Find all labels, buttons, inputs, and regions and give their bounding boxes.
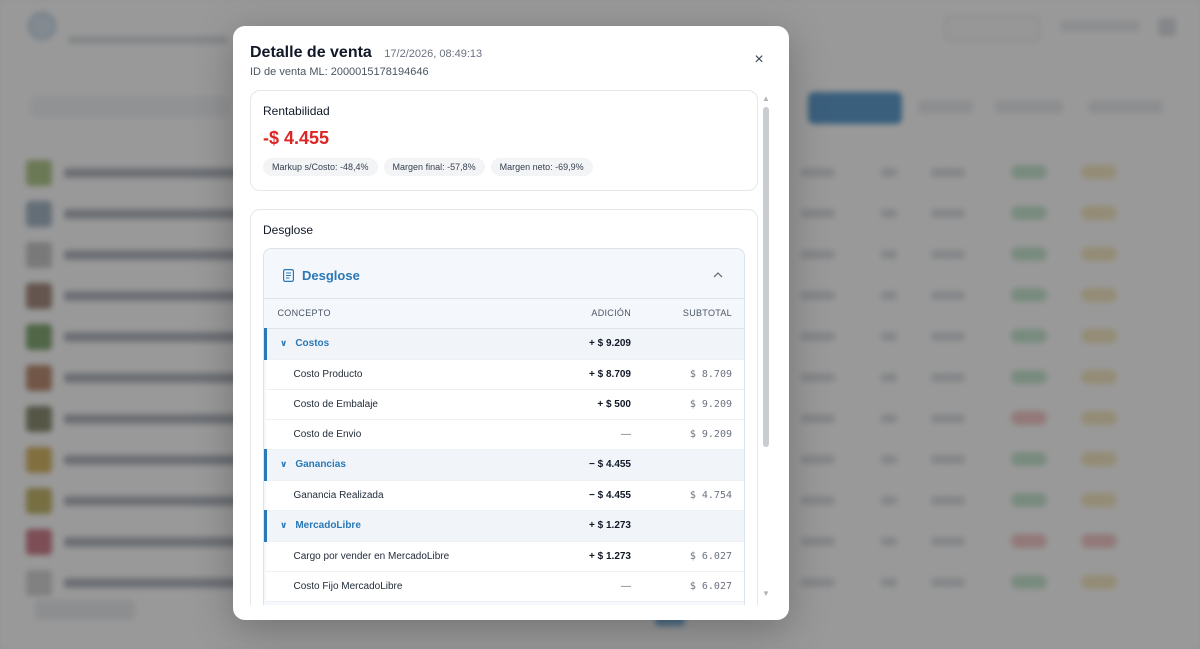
group-name: ∨ Costos [264,328,523,360]
group-name: ∨ MercadoLibre [264,510,523,542]
document-icon [283,269,294,282]
sale-date: 17/2/2026, 08:49:13 [384,48,483,60]
group-subtotal [643,328,744,360]
desglose-table: CONCEPTO ADICIÓN SUBTOTAL ∨ Costos + $ 9.2… [264,299,744,602]
close-icon[interactable]: × [751,52,767,68]
subtotal-cell: $ 9.209 [643,389,744,420]
group-name: ∨ Ganancias [264,449,523,481]
adicion-cell: + $ 500 [523,389,643,420]
column-subtotal: SUBTOTAL [643,299,744,329]
concepto-cell: Costo de Embalaje [265,389,523,420]
rentabilidad-value: -$ 4.455 [263,128,330,148]
table-row: Costo de Envio — $ 9.209 [265,419,744,450]
adicion-cell: + $ 1.273 [523,541,643,572]
chevron-down-icon[interactable]: ∨ [280,459,287,470]
margin-chips: Markup s/Costo: -48,4% Margen final: -57… [263,158,745,176]
desglose-card: Desglose Desglose CONCEPTO ADICIÓN SUBTO… [250,209,758,605]
table-row: Ganancia Realizada − $ 4.455 $ 4.754 [265,480,744,511]
adicion-cell: — [523,571,643,602]
desglose-accordion: Desglose CONCEPTO ADICIÓN SUBTOTAL ∨ Cost… [263,248,745,605]
group-adicion: + $ 9.209 [523,328,643,360]
scrollbar-thumb[interactable] [763,107,769,447]
subtotal-cell: $ 9.209 [643,419,744,450]
column-adicion: ADICIÓN [523,299,643,329]
group-subtotal [643,449,744,481]
group-adicion: + $ 1.273 [523,510,643,542]
chevron-down-icon[interactable]: ∨ [280,338,287,349]
desglose-label: Desglose [263,223,314,237]
group-adicion: − $ 4.455 [523,449,643,481]
desglose-table-body: ∨ Costos + $ 9.209 Costo Producto + $ 8.709 $… [264,328,744,602]
desglose-section-title: Desglose [302,268,360,283]
concepto-cell: Costo Fijo MercadoLibre [265,571,523,602]
concepto-cell: Costo de Envio [265,419,523,450]
modal-header: Detalle de venta 17/2/2026, 08:49:13 ID … [250,44,772,78]
group-subtotal [643,510,744,542]
scroll-down-icon[interactable]: ▼ [762,590,770,598]
table-row: Costo de Embalaje + $ 500 $ 9.209 [265,389,744,420]
subtotal-cell: $ 6.027 [643,571,744,602]
group-row-costos[interactable]: ∨ Costos + $ 9.209 [264,328,744,360]
modal-title: Detalle de venta [250,44,372,61]
margen-final-chip: Margen final: -57,8% [383,158,485,176]
subtotal-cell: $ 6.027 [643,541,744,572]
adicion-cell: — [523,419,643,450]
sale-id: ID de venta ML: 2000015178194646 [250,66,429,78]
margen-neto-chip: Margen neto: -69,9% [490,158,593,176]
table-row: Costo Fijo MercadoLibre — $ 6.027 [265,571,744,602]
markup-chip: Markup s/Costo: -48,4% [263,158,378,176]
chevron-down-icon[interactable]: ∨ [280,520,287,531]
modal-body[interactable]: Rentabilidad -$ 4.455 Markup s/Costo: -4… [250,90,758,605]
concepto-cell: Cargo por vender en MercadoLibre [265,541,523,572]
scroll-up-icon[interactable]: ▲ [762,95,770,103]
table-header-row: CONCEPTO ADICIÓN SUBTOTAL [265,299,744,329]
table-row: Cargo por vender en MercadoLibre + $ 1.27… [265,541,744,572]
group-row-ganancias[interactable]: ∨ Ganancias − $ 4.455 [264,449,744,481]
rentabilidad-label: Rentabilidad [263,104,330,118]
modal-scrollbar[interactable]: ▲ ▼ [762,95,770,598]
group-row-mercadolibre[interactable]: ∨ MercadoLibre + $ 1.273 [264,510,744,542]
concepto-cell: Costo Producto [265,359,523,390]
subtotal-cell: $ 8.709 [643,359,744,390]
adicion-cell: − $ 4.455 [523,480,643,511]
chevron-up-icon[interactable] [712,269,724,281]
adicion-cell: + $ 8.709 [523,359,643,390]
rentabilidad-card: Rentabilidad -$ 4.455 Markup s/Costo: -4… [250,90,758,191]
subtotal-cell: $ 4.754 [643,480,744,511]
table-row: Costo Producto + $ 8.709 $ 8.709 [265,359,744,390]
concepto-cell: Ganancia Realizada [265,480,523,511]
sale-detail-modal: Detalle de venta 17/2/2026, 08:49:13 ID … [233,26,789,620]
column-concepto: CONCEPTO [265,299,523,329]
desglose-accordion-header[interactable]: Desglose [264,249,744,299]
